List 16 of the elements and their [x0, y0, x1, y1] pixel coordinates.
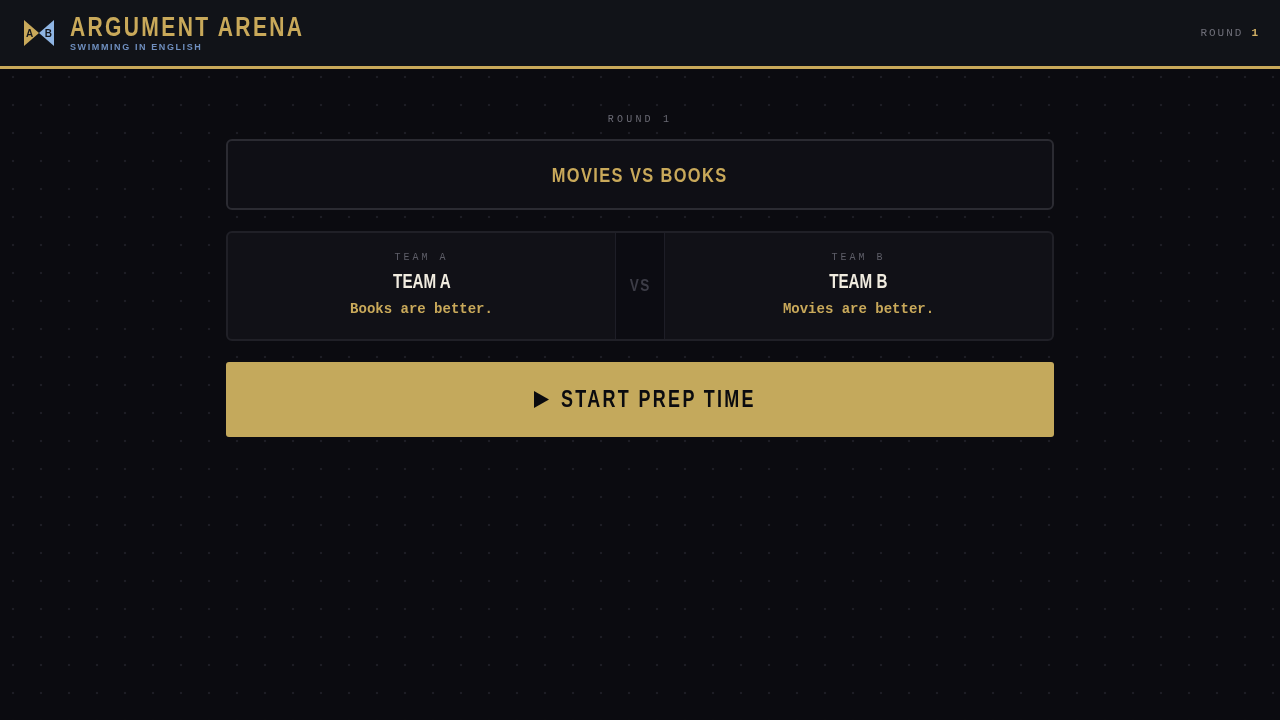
logo-letter: B — [39, 20, 54, 46]
logo-letter: A — [24, 20, 39, 46]
team-position: Movies are better. — [782, 300, 935, 318]
topic-title: MOVIES VS BOOKS — [552, 162, 728, 187]
team-name: TEAM B — [829, 270, 888, 292]
team-label: TEAM B — [831, 251, 886, 265]
app-subtitle: SWIMMING IN ENGLISH — [70, 42, 203, 53]
round-heading: ROUND 1 — [607, 113, 673, 127]
app-title: ARGUMENT ARENA — [70, 13, 305, 41]
start-prep-button[interactable]: START PREP TIME — [226, 362, 1054, 437]
round-number: 1 — [1251, 27, 1260, 39]
play-icon — [533, 391, 549, 408]
team-position: Books are better. — [350, 300, 493, 318]
team-label: TEAM A — [394, 251, 449, 265]
round-label: ROUND — [1200, 27, 1244, 39]
team-name: TEAM A — [392, 270, 451, 292]
